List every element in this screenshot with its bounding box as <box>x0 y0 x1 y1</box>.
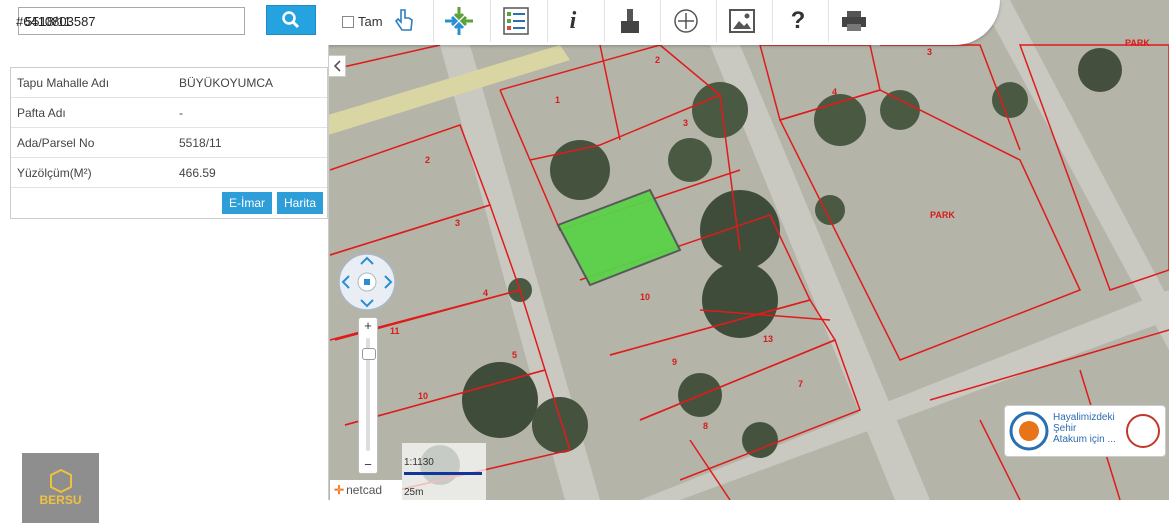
pan-navigation-control[interactable] <box>337 252 397 312</box>
zoom-in-icon[interactable]: + <box>359 318 377 334</box>
info-actions: E-İmar Harita <box>11 188 327 218</box>
scale-distance: 25m <box>404 487 424 498</box>
zoom-handle[interactable] <box>362 348 376 360</box>
info-key: Yüzölçüm(M²) <box>17 165 92 180</box>
netcad-mark-icon: ✛ <box>334 483 345 497</box>
parcel-label: 5 <box>512 350 518 360</box>
scale-box: 1:1130 25m <box>402 443 486 500</box>
banner-text: Hayalimizdeki Şehir Atakum için ... <box>1053 412 1116 445</box>
clear-button[interactable] <box>604 0 655 42</box>
pan-button[interactable] <box>660 0 711 42</box>
parcel-label: 10 <box>640 292 651 302</box>
chevron-left-icon <box>333 60 341 72</box>
image-button[interactable] <box>716 0 767 42</box>
parcel-label: 13 <box>763 334 774 344</box>
move-icon <box>674 9 698 33</box>
panel-collapse-button[interactable] <box>328 55 346 77</box>
info-row-area: Yüzölçüm(M²) 466.59 <box>11 158 327 188</box>
zoom-out-icon[interactable]: − <box>359 457 377 473</box>
info-value: - <box>179 105 183 120</box>
scale-ratio: 1:1130 <box>404 457 434 468</box>
info-row-sheet: Pafta Adı - <box>11 98 327 128</box>
e-imar-button[interactable]: E-İmar <box>221 192 272 214</box>
parcel-label: 2 <box>655 55 661 65</box>
netcad-text: netcad <box>346 483 383 497</box>
info-row-parcel-no: Ada/Parsel No 5518/11 <box>11 128 327 158</box>
printer-icon <box>842 11 866 31</box>
park-label: PARK <box>1125 38 1150 48</box>
checkbox-label: Tam <box>358 14 383 29</box>
search-icon <box>282 11 300 29</box>
bersu-logo: BERSU <box>22 453 99 523</box>
print-button[interactable] <box>828 0 879 42</box>
info-key: Tapu Mahalle Adı <box>17 75 110 90</box>
harita-button[interactable]: Harita <box>276 192 323 214</box>
parcel-label: 7 <box>798 379 804 389</box>
info-key: Pafta Adı <box>17 105 66 120</box>
info-value: 466.59 <box>179 165 216 180</box>
parcel-label: 11 <box>390 326 400 336</box>
parcel-label: 3 <box>455 218 461 228</box>
info-row-neighborhood: Tapu Mahalle Adı BÜYÜKOYUMCA <box>11 68 327 98</box>
hand-pointer-icon[interactable] <box>393 8 415 39</box>
question-icon: ? <box>790 7 806 34</box>
search-button[interactable] <box>266 5 316 35</box>
full-checkbox[interactable]: Tam <box>342 14 383 29</box>
parcel-label: 2 <box>425 155 431 165</box>
park-label: PARK <box>930 210 955 220</box>
logo-text: BERSU <box>39 493 82 507</box>
parcel-label: 3 <box>927 47 933 57</box>
brush-icon <box>621 9 639 33</box>
banner-line1: Hayalimizdeki <box>1053 412 1115 423</box>
banner-line3: Atakum için ... <box>1053 434 1116 445</box>
brand-badge-icon <box>1126 414 1160 448</box>
top-toolbar: #6410803587 Tam i ? <box>0 0 1000 45</box>
help-button[interactable]: ? <box>772 0 823 42</box>
parcel-info-panel: Tapu Mahalle Adı BÜYÜKOYUMCA Pafta Adı - A… <box>0 45 329 523</box>
info-icon: i <box>569 7 577 34</box>
banner-line2: Şehir <box>1053 423 1077 434</box>
netcad-logo: ✛ netcad <box>330 480 402 500</box>
collapse-arrows-icon <box>445 7 473 35</box>
checklist-icon <box>503 7 529 35</box>
parcel-label: 1 <box>555 95 561 105</box>
parcel-label: 9 <box>672 357 678 367</box>
info-key: Ada/Parsel No <box>17 135 95 150</box>
logo-mark-icon <box>49 469 72 493</box>
search-overlay-text: #6410803587 <box>16 14 96 29</box>
info-value: 5518/11 <box>179 135 222 150</box>
parcel-label: 8 <box>703 421 709 431</box>
info-button[interactable]: i <box>547 0 598 42</box>
parcel-label: 10 <box>418 391 429 401</box>
municipality-seal-icon <box>1009 411 1049 451</box>
measure-tool-button[interactable] <box>433 0 484 42</box>
image-icon <box>729 9 755 33</box>
checkbox-box[interactable] <box>342 15 354 28</box>
municipality-banner[interactable]: Hayalimizdeki Şehir Atakum için ... <box>1004 405 1166 457</box>
legend-button[interactable] <box>490 0 541 42</box>
parcel-info-table: Tapu Mahalle Adı BÜYÜKOYUMCA Pafta Adı - A… <box>10 67 328 219</box>
info-value: BÜYÜKOYUMCA <box>179 75 274 90</box>
zoom-slider[interactable]: + − <box>358 317 378 474</box>
parcel-label: 4 <box>832 87 838 97</box>
parcel-label: 3 <box>683 118 689 128</box>
parcel-label: 4 <box>483 288 489 298</box>
